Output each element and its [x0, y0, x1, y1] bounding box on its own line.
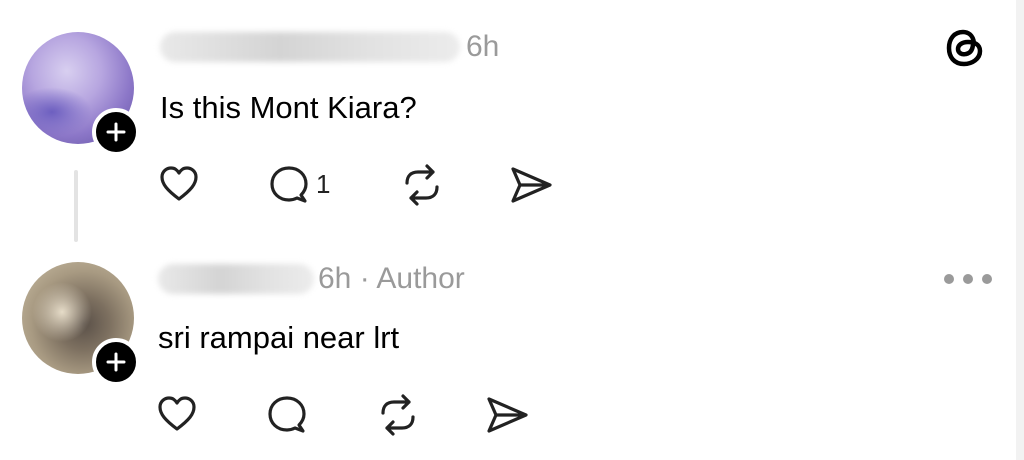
more-options-button[interactable]: [944, 264, 992, 294]
avatar-container[interactable]: [22, 262, 140, 386]
share-icon: [511, 167, 552, 203]
comment-icon: [270, 166, 308, 203]
plus-icon: [106, 122, 126, 142]
repost-button[interactable]: [400, 164, 444, 206]
like-button[interactable]: [158, 164, 200, 204]
repost-icon: [405, 164, 439, 206]
post-text: sri rampai near lrt: [158, 320, 400, 355]
username-redacted[interactable]: [158, 264, 314, 294]
right-edge: [1016, 0, 1024, 460]
repost-icon: [381, 394, 415, 436]
repost-button[interactable]: [376, 394, 420, 436]
more-icon: [982, 274, 992, 284]
heart-icon: [160, 166, 198, 201]
more-icon: [944, 274, 954, 284]
username-redacted[interactable]: [160, 32, 460, 62]
threads-logo-icon[interactable]: [944, 26, 988, 70]
follow-plus-button[interactable]: [92, 338, 140, 386]
thread-line: [74, 170, 78, 242]
post-text: Is this Mont Kiara?: [160, 90, 417, 125]
share-button[interactable]: [508, 164, 554, 206]
reply-button[interactable]: [266, 394, 308, 434]
post-time: 6h: [466, 30, 500, 63]
post-meta: 6h · Author: [318, 262, 465, 295]
reply-button[interactable]: 1: [268, 164, 330, 204]
comment-icon: [268, 396, 306, 433]
like-button[interactable]: [156, 394, 198, 434]
avatar-container[interactable]: [22, 32, 140, 156]
follow-plus-button[interactable]: [92, 108, 140, 156]
plus-icon: [106, 352, 126, 372]
more-icon: [963, 274, 973, 284]
share-button[interactable]: [484, 394, 530, 436]
share-icon: [487, 397, 528, 433]
reply-count: 1: [316, 168, 331, 199]
heart-icon: [158, 396, 196, 431]
